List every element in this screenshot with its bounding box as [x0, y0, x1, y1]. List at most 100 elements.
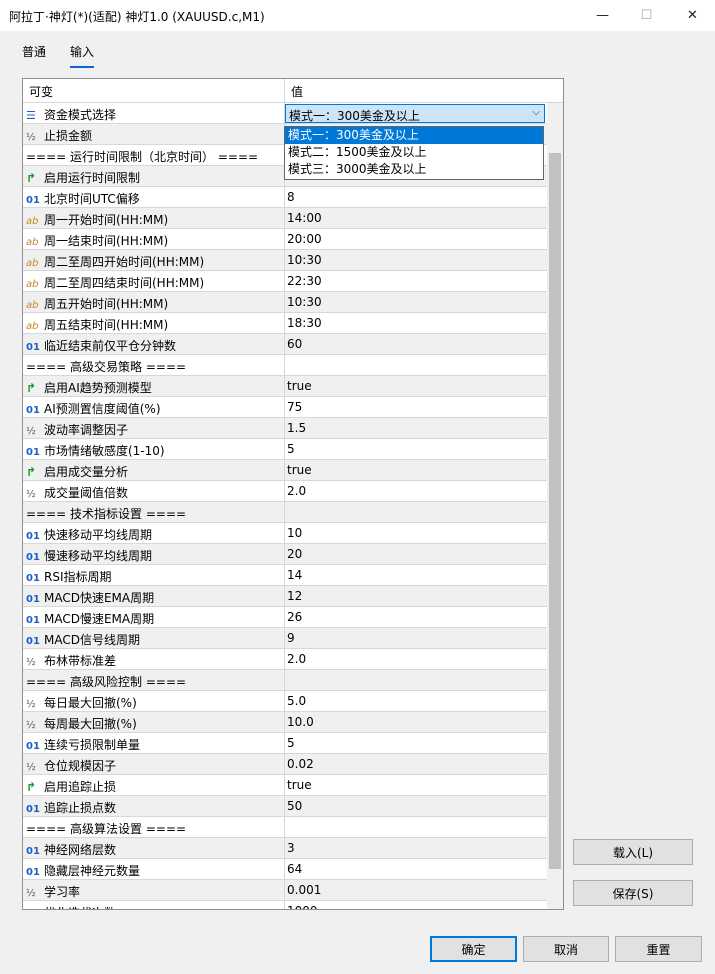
parameter-value[interactable]: 64 [287, 862, 302, 876]
parameter-value[interactable]: 5 [287, 442, 295, 456]
parameter-value[interactable]: 50 [287, 799, 302, 813]
vertical-scrollbar[interactable] [547, 103, 563, 909]
string-type-icon: ab [26, 279, 39, 290]
grid-row[interactable]: 01 临近结束前仅平仓分钟数 60 [23, 334, 547, 355]
grid-row[interactable]: ==== 高级算法设置 ==== [23, 817, 547, 838]
parameter-value[interactable]: 22:30 [287, 274, 322, 288]
parameter-value[interactable]: 10.0 [287, 715, 314, 729]
grid-row[interactable]: ab 周一开始时间(HH:MM) 14:00 [23, 208, 547, 229]
parameter-value[interactable]: 0.02 [287, 757, 314, 771]
grid-row[interactable]: ☰ 资金模式选择 模式一：300美金及以上 ⌵ [23, 103, 547, 124]
grid-row[interactable]: ↱ 启用成交量分析 true [23, 460, 547, 481]
parameter-value[interactable]: true [287, 379, 312, 393]
column-header-value[interactable]: 值 [291, 83, 303, 100]
parameter-value[interactable]: 9 [287, 631, 295, 645]
load-button[interactable]: 载入(L) [573, 839, 693, 865]
ok-button[interactable]: 确定 [430, 936, 517, 962]
save-button[interactable]: 保存(S) [573, 880, 693, 906]
parameter-value[interactable]: 12 [287, 589, 302, 603]
parameter-value[interactable]: 20:00 [287, 232, 322, 246]
grid-row[interactable]: 01 连续亏损限制单量 5 [23, 733, 547, 754]
parameter-value[interactable]: 60 [287, 337, 302, 351]
grid-row[interactable]: ↱ 启用追踪止损 true [23, 775, 547, 796]
grid-row[interactable]: ab 周五结束时间(HH:MM) 18:30 [23, 313, 547, 334]
integer-type-icon: 01 [26, 531, 40, 542]
parameter-value[interactable]: 5.0 [287, 694, 306, 708]
grid-row[interactable]: ==== 技术指标设置 ==== [23, 502, 547, 523]
integer-type-icon: 01 [26, 636, 40, 647]
grid-row[interactable]: 01 神经网络层数 3 [23, 838, 547, 859]
parameter-value[interactable]: 14:00 [287, 211, 322, 225]
grid-header: 可变 值 [23, 79, 563, 103]
parameter-value[interactable]: 10:30 [287, 253, 322, 267]
grid-row[interactable]: ½ 波动率调整因子 1.5 [23, 418, 547, 439]
dropdown-option[interactable]: 模式二：1500美金及以上 [285, 144, 543, 161]
grid-row[interactable]: 01 慢速移动平均线周期 20 [23, 544, 547, 565]
grid-row[interactable]: ab 周二至周四开始时间(HH:MM) 10:30 [23, 250, 547, 271]
parameter-value[interactable]: 20 [287, 547, 302, 561]
grid-row[interactable]: 01 追踪止损点数 50 [23, 796, 547, 817]
grid-row[interactable]: ½ 学习率 0.001 [23, 880, 547, 901]
parameter-value[interactable]: 10 [287, 526, 302, 540]
parameter-label: 成交量阈值倍数 [44, 486, 129, 500]
grid-row[interactable]: ab 周五开始时间(HH:MM) 10:30 [23, 292, 547, 313]
tab-inputs[interactable]: 输入 [70, 43, 95, 68]
grid-row[interactable]: ½ 成交量阈值倍数 2.0 [23, 481, 547, 502]
parameter-value[interactable]: 1.5 [287, 421, 306, 435]
grid-row[interactable]: 01 AI预测置信度阈值(%) 75 [23, 397, 547, 418]
grid-row[interactable]: ab 周一结束时间(HH:MM) 20:00 [23, 229, 547, 250]
parameter-value[interactable]: 2.0 [287, 484, 306, 498]
grid-row[interactable]: 01 隐藏层神经元数量 64 [23, 859, 547, 880]
grid-row[interactable]: ½ 每周最大回撤(%) 10.0 [23, 712, 547, 733]
parameter-value[interactable]: 18:30 [287, 316, 322, 330]
grid-row[interactable]: 01 快速移动平均线周期 10 [23, 523, 547, 544]
parameter-value[interactable]: 10:30 [287, 295, 322, 309]
parameter-value[interactable]: 14 [287, 568, 302, 582]
dropdown-option[interactable]: 模式三：3000美金及以上 [285, 161, 543, 178]
double-type-icon: ½ [26, 426, 36, 437]
grid-row[interactable]: ==== 高级交易策略 ==== [23, 355, 547, 376]
parameter-value[interactable]: 75 [287, 400, 302, 414]
parameter-value[interactable]: true [287, 463, 312, 477]
grid-row[interactable]: 01 RSI指标周期 14 [23, 565, 547, 586]
dropdown-option[interactable]: 模式一：300美金及以上 [285, 127, 543, 144]
parameter-value[interactable]: 1000 [287, 904, 318, 909]
integer-type-icon: 01 [26, 615, 40, 626]
scrollbar-thumb[interactable] [549, 153, 561, 869]
grid-row[interactable]: 01 北京时间UTC偏移 8 [23, 187, 547, 208]
minimize-button[interactable]: — [580, 0, 625, 31]
fund-mode-combobox[interactable]: 模式一：300美金及以上 ⌵ [285, 104, 545, 123]
column-header-variable[interactable]: 可变 [29, 83, 53, 100]
parameter-name: 01 市场情绪敏感度(1-10) [26, 442, 281, 459]
grid-row[interactable]: 01 MACD慢速EMA周期 26 [23, 607, 547, 628]
reset-button[interactable]: 重置 [615, 936, 702, 962]
maximize-button[interactable]: ☐ [624, 0, 669, 31]
grid-row[interactable]: 01优化迭代次数 1000 [23, 901, 547, 909]
tab-common[interactable]: 普通 [22, 43, 46, 60]
parameter-name: ½ 每周最大回撤(%) [26, 715, 281, 732]
grid-row[interactable]: ==== 高级风险控制 ==== [23, 670, 547, 691]
parameter-value[interactable]: 3 [287, 841, 295, 855]
grid-row[interactable]: 01 MACD信号线周期 9 [23, 628, 547, 649]
parameter-value[interactable]: 0.001 [287, 883, 321, 897]
parameter-value[interactable]: 8 [287, 190, 295, 204]
grid-row[interactable]: ½ 每日最大回撤(%) 5.0 [23, 691, 547, 712]
parameter-value[interactable]: 5 [287, 736, 295, 750]
parameter-value[interactable]: 26 [287, 610, 302, 624]
cancel-button[interactable]: 取消 [523, 936, 609, 962]
double-type-icon: ½ [26, 132, 36, 143]
parameter-value[interactable]: true [287, 778, 312, 792]
grid-row[interactable]: ↱ 启用AI趋势预测模型 true [23, 376, 547, 397]
parameter-name: ↱ 启用运行时间限制 [26, 169, 281, 186]
grid-row[interactable]: 01 市场情绪敏感度(1-10) 5 [23, 439, 547, 460]
parameter-name: ==== 运行时间限制（北京时间） ==== [26, 148, 281, 165]
parameter-name: ab 周二至周四开始时间(HH:MM) [26, 253, 281, 270]
grid-row[interactable]: ½ 仓位规模因子 0.02 [23, 754, 547, 775]
close-button[interactable]: ✕ [670, 0, 715, 31]
parameter-value[interactable]: 2.0 [287, 652, 306, 666]
grid-row[interactable]: ab 周二至周四结束时间(HH:MM) 22:30 [23, 271, 547, 292]
chevron-down-icon[interactable]: ⌵ [532, 107, 540, 118]
grid-row[interactable]: ½ 布林带标准差 2.0 [23, 649, 547, 670]
integer-type-icon: 01 [26, 195, 40, 206]
grid-row[interactable]: 01 MACD快速EMA周期 12 [23, 586, 547, 607]
